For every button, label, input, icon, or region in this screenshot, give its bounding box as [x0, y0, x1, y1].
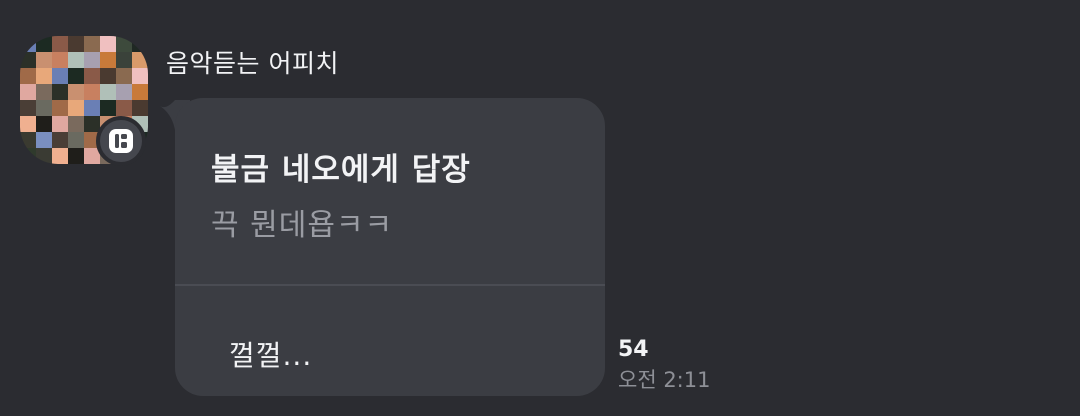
message-bubble[interactable]: 불금 네오에게 답장 끅 뭔데욥ㅋㅋ 껄껄... [175, 98, 605, 396]
avatar-pixel [100, 52, 116, 68]
bubble-divider [175, 284, 605, 286]
avatar-pixel [116, 52, 132, 68]
avatar-pixel [68, 52, 84, 68]
avatar-pixel [68, 68, 84, 84]
avatar-pixel [52, 100, 68, 116]
avatar-pixel [20, 100, 36, 116]
avatar-pixel [52, 68, 68, 84]
app-badge [96, 116, 146, 166]
avatar-pixel [84, 100, 100, 116]
avatar-pixel [36, 36, 52, 52]
avatar-pixel [20, 84, 36, 100]
avatar[interactable] [20, 36, 148, 166]
avatar-pixel [52, 36, 68, 52]
avatar-pixel [20, 52, 36, 68]
avatar-pixel [100, 68, 116, 84]
avatar-pixel [116, 100, 132, 116]
avatar-pixel [52, 116, 68, 132]
avatar-pixel [84, 52, 100, 68]
avatar-pixel [100, 84, 116, 100]
reply-header: 불금 네오에게 답장 [211, 152, 471, 188]
sender-name: 음악듣는 어피치 [166, 49, 339, 78]
avatar-pixel [20, 132, 36, 148]
avatar-pixel [68, 100, 84, 116]
avatar-pixel [132, 84, 148, 100]
avatar-pixel [36, 100, 52, 116]
quoted-message[interactable]: 끅 뭔데욥ㅋㅋ [211, 200, 393, 244]
unread-count: 54 [618, 337, 649, 362]
message-meta: 54 오전 2:11 [618, 336, 710, 394]
avatar-pixel [52, 84, 68, 100]
avatar-pixel [132, 68, 148, 84]
avatar-pixel [84, 84, 100, 100]
avatar-pixel [132, 36, 148, 52]
avatar-pixel [20, 116, 36, 132]
timestamp: 오전 2:11 [618, 368, 711, 392]
message-text: 껄껄... [229, 339, 313, 372]
avatar-pixel [20, 36, 36, 52]
avatar-pixel [132, 52, 148, 68]
avatar-pixel [52, 148, 68, 164]
avatar-pixel [36, 132, 52, 148]
avatar-pixel [68, 116, 84, 132]
avatar-pixel [20, 148, 36, 164]
avatar-pixel [36, 148, 52, 164]
avatar-pixel [68, 148, 84, 164]
app-badge-icon [109, 129, 133, 153]
avatar-pixel [116, 68, 132, 84]
avatar-pixel [116, 84, 132, 100]
avatar-pixel [36, 84, 52, 100]
avatar-pixel [100, 100, 116, 116]
avatar-pixel [36, 68, 52, 84]
avatar-pixel [20, 68, 36, 84]
avatar-pixel [84, 68, 100, 84]
avatar-pixel [52, 132, 68, 148]
avatar-pixel [84, 36, 100, 52]
avatar-pixel [36, 116, 52, 132]
avatar-pixel [100, 36, 116, 52]
avatar-pixel [68, 132, 84, 148]
avatar-pixel [68, 84, 84, 100]
avatar-pixel [52, 52, 68, 68]
avatar-pixel [68, 36, 84, 52]
avatar-pixel [116, 36, 132, 52]
avatar-pixel [132, 100, 148, 116]
avatar-pixel [36, 52, 52, 68]
